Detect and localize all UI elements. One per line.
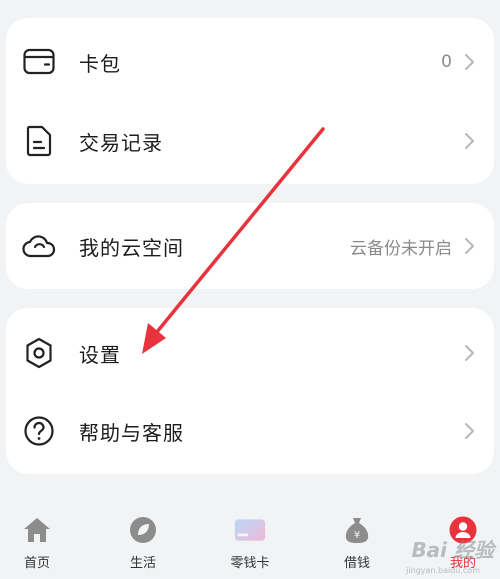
help-icon: [22, 414, 56, 448]
watermark-url: jingyan.baidu.com: [406, 566, 480, 575]
cloud-space-row[interactable]: 我的云空间 云备份未开启: [6, 207, 494, 285]
cloud-card: 我的云空间 云备份未开启: [6, 203, 494, 289]
help-service-label: 帮助与客服: [79, 420, 184, 445]
life-icon: [127, 514, 159, 546]
home-icon: [21, 514, 53, 546]
tab-home[interactable]: 首页: [1, 514, 73, 574]
transaction-records-label: 交易记录: [79, 130, 163, 155]
card-wallet-row[interactable]: 卡包 0: [6, 23, 494, 101]
card-wallet-count: 0: [441, 52, 452, 72]
settings-row[interactable]: 设置: [6, 314, 494, 392]
help-service-row[interactable]: 帮助与客服: [6, 392, 494, 470]
chevron-right-icon: [464, 236, 476, 256]
settings-card: 设置 帮助与客服: [6, 308, 494, 474]
tab-life[interactable]: 生活: [107, 514, 179, 574]
transaction-records-row[interactable]: 交易记录: [6, 102, 494, 180]
cloud-space-label: 我的云空间: [79, 235, 184, 260]
tab-life-label: 生活: [129, 556, 156, 571]
svg-text:¥: ¥: [354, 530, 360, 541]
watermark: Bai 经验: [411, 538, 494, 562]
card-icon: [234, 514, 266, 546]
wallet-icon: [22, 45, 56, 79]
tab-home-label: 首页: [23, 556, 50, 571]
cloud-backup-status: 云备份未开启: [350, 238, 452, 259]
tab-borrow-label: 借钱: [343, 556, 370, 571]
tab-borrow[interactable]: ¥ 借钱: [321, 514, 393, 574]
chevron-right-icon: [464, 131, 476, 151]
chevron-right-icon: [464, 343, 476, 363]
wallet-card: 卡包 0 交易记录: [6, 18, 494, 184]
settings-label: 设置: [79, 342, 121, 367]
chevron-right-icon: [464, 52, 476, 72]
document-icon: [22, 124, 56, 158]
cloud-icon: [22, 229, 56, 263]
card-wallet-label: 卡包: [79, 51, 121, 76]
tab-change-card[interactable]: 零钱卡: [214, 514, 286, 574]
chevron-right-icon: [464, 421, 476, 441]
tab-change-card-label: 零钱卡: [230, 556, 270, 571]
gear-icon: [22, 336, 56, 370]
money-bag-icon: ¥: [341, 514, 373, 546]
